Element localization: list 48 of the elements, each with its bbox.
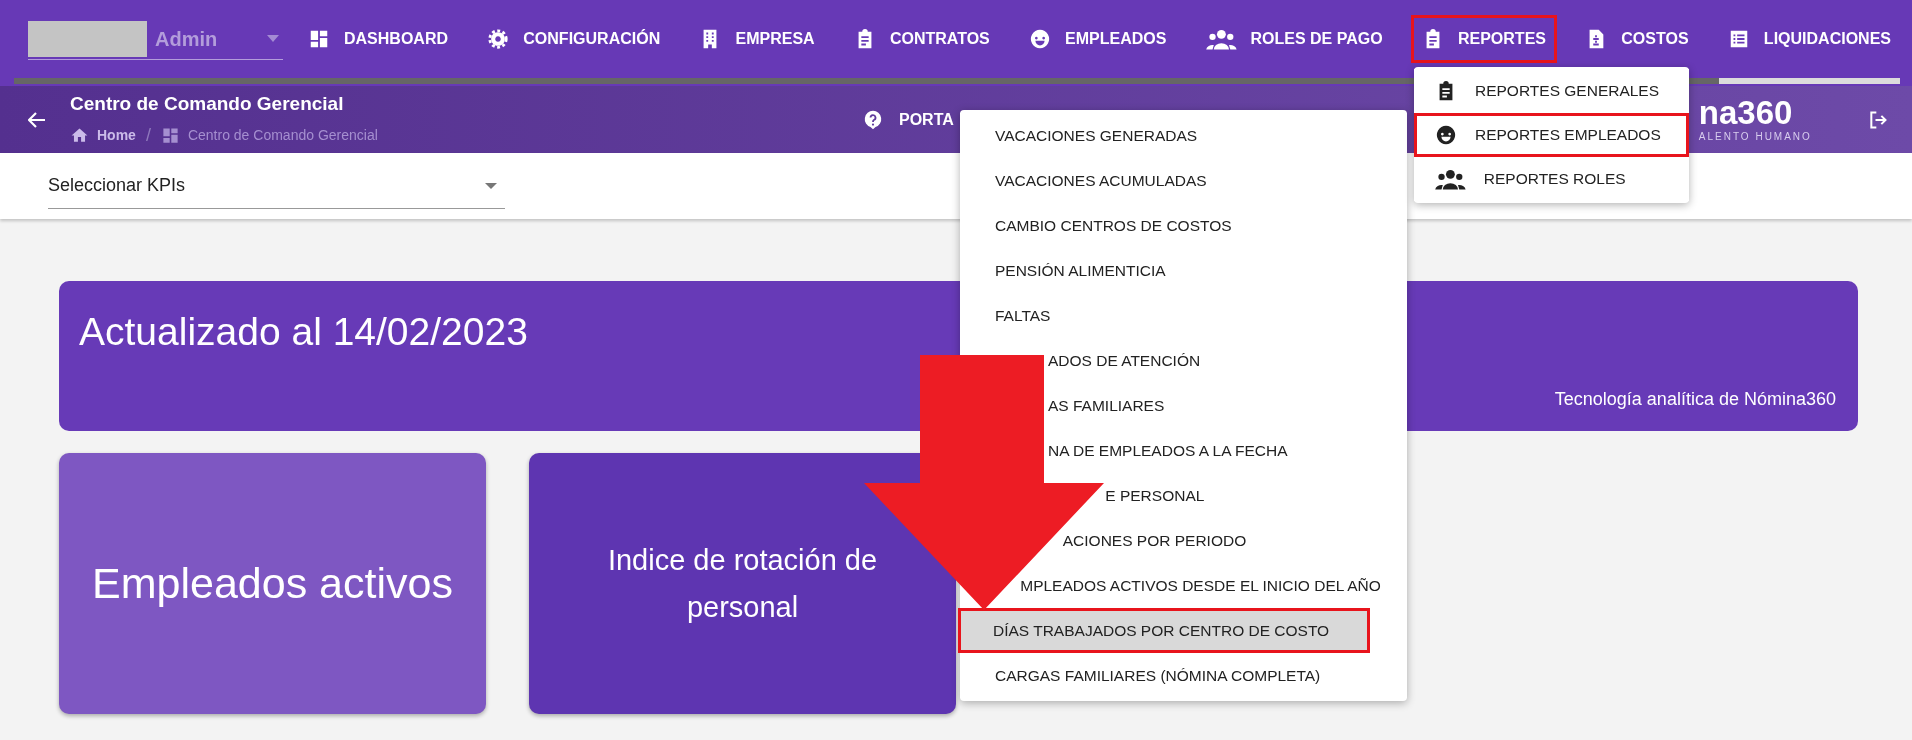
nav-item[interactable]: EMPRESA [688,15,826,63]
page-title: Centro de Comando Gerencial [70,91,345,116]
menu-item[interactable]: VACACIONES ACUMULADAS [995,168,1207,193]
banner-footer: Tecnología analítica de Nómina360 [1554,386,1836,413]
kpi-card[interactable]: Empleados activos [59,453,486,714]
update-title: Actualizado al 14/02/2023 [79,309,528,355]
logout-icon[interactable] [1868,109,1888,130]
smiley-icon [1435,124,1457,146]
help-icon [863,109,883,130]
nav-item[interactable]: LIQUIDACIONES [1716,15,1902,63]
nav-item[interactable]: COSTOS [1574,15,1700,63]
group-icon [1205,27,1237,51]
menu-item[interactable]: REPORTES ROLES [1414,157,1689,201]
menu-item[interactable]: ADOS DE ATENCIÓN [1048,348,1201,373]
menu-item[interactable]: PENSIÓN ALIMENTICIA [995,258,1166,283]
menu-item[interactable]: REPORTES EMPLEADOS [1414,113,1689,157]
dashboard-icon [160,126,180,146]
menu-item[interactable]: DÍAS TRABAJADOS POR CENTRO DE COSTO [958,608,1370,653]
back-icon[interactable] [28,111,46,128]
kpi-select[interactable]: Seleccionar KPIs [48,163,505,209]
nav-item[interactable]: CONFIGURACIÓN [476,15,672,63]
portal-link[interactable]: PORTA [899,107,954,132]
menu-item[interactable]: AS FAMILIARES [1048,393,1165,418]
menu-item[interactable]: VACACIONES GENERADAS [995,123,1198,148]
smiley-icon [1029,28,1052,50]
menu-item[interactable]: E PERSONAL [1105,483,1205,508]
caret-icon[interactable] [267,35,279,42]
nav-item[interactable]: EMPLEADOS [1018,15,1178,63]
dashboard-icon [308,28,330,50]
menu-item[interactable]: ACIONES POR PERIODO [1062,528,1247,553]
menu-item[interactable]: NA DE EMPLEADOS A LA FECHA [1048,438,1288,463]
nav-item[interactable]: ROLES DE PAGO [1194,15,1394,63]
breadcrumb-link[interactable]: Home [97,125,136,147]
group-icon [1435,167,1466,191]
menu-item[interactable]: CARGAS FAMILIARES (NÓMINA COMPLETA) [995,663,1321,688]
menu-item[interactable]: CAMBIO CENTROS DE COSTOS [995,213,1232,238]
menu-item[interactable]: FALTAS [995,303,1051,328]
menu-item[interactable]: MPLEADOS ACTIVOS DESDE EL INICIO DEL AÑO [1020,573,1381,598]
kpi-card[interactable]: Indice de rotación de personal [529,453,956,714]
menu-item[interactable]: REPORTES GENERALES [1414,69,1689,113]
settings-icon [487,28,510,50]
nav-item[interactable]: CONTRATOS [842,15,1001,63]
nav-item[interactable]: DASHBOARD [297,15,459,63]
caret-icon[interactable] [485,182,497,189]
brand-tagline: ALENTO HUMANO [1698,129,1812,144]
brand-logo: na360 [1698,95,1794,129]
nav-item[interactable]: REPORTES [1410,15,1557,63]
breadcrumb-separator: / [145,124,151,148]
